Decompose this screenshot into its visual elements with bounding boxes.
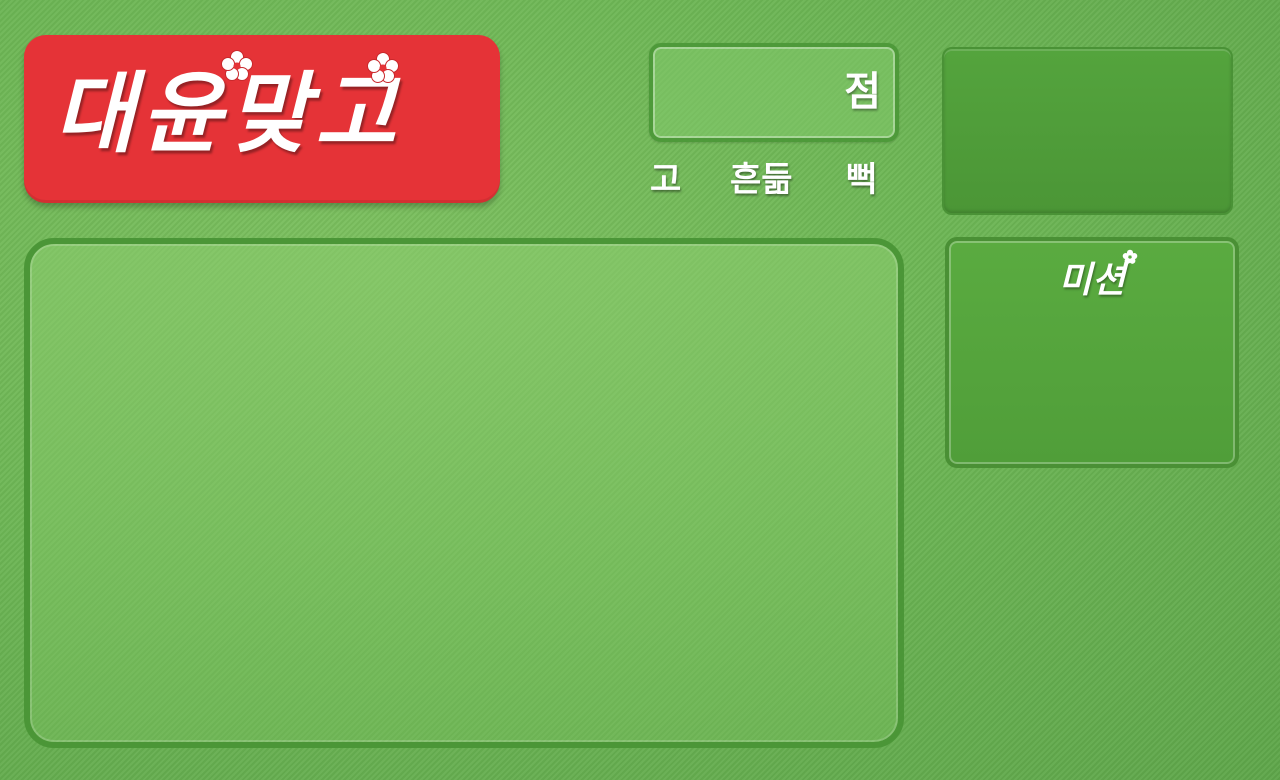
mission-panel: 미션 [945,237,1239,468]
game-board[interactable] [24,238,904,748]
bbeok-count-label: 뻑 [846,160,878,200]
status-row: 고 흔듦 뻑 [650,158,900,202]
score-unit: 점 [844,68,881,115]
game-logo: 대윤맞고 [24,35,500,203]
flower-icon [367,52,399,83]
flower-icon [1122,249,1138,264]
score-box: 점 [649,43,899,142]
flower-icon [221,50,253,81]
go-count-label: 고 [650,160,682,200]
player-info-panel [942,47,1233,215]
shake-count-label: 흔듦 [730,160,793,200]
mission-title: 미션 [1058,259,1126,301]
